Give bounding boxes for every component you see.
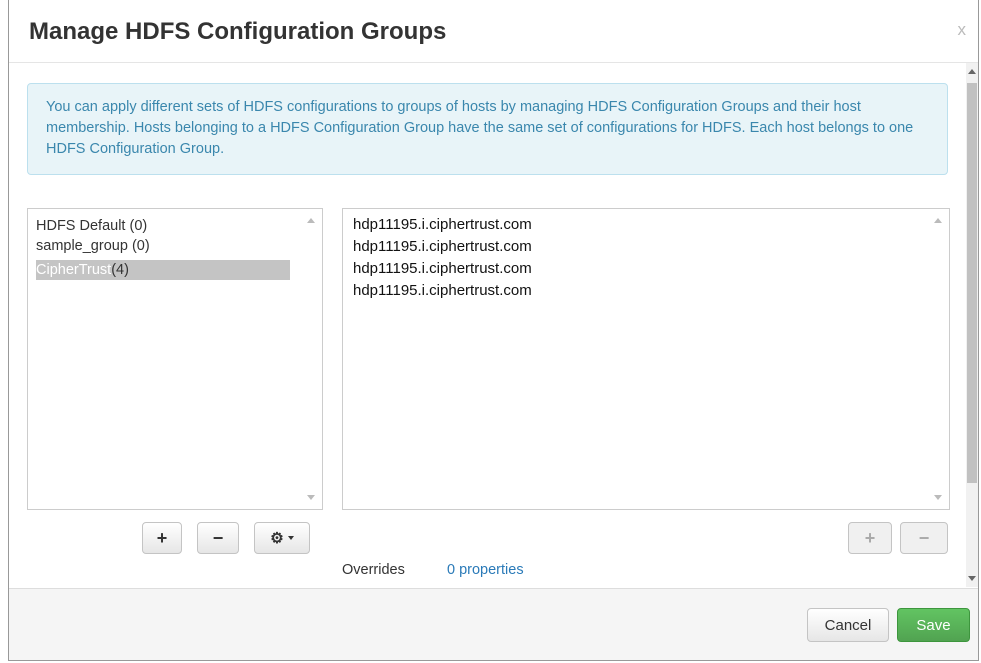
config-group-list[interactable]: HDFS Default (0) sample_group (0) Cipher… (27, 208, 323, 510)
group-name: HDFS Default (36, 218, 126, 234)
dialog-body: You can apply different sets of HDFS con… (9, 63, 966, 587)
plus-icon: + (864, 527, 876, 548)
dialog-title: Manage HDFS Configuration Groups (29, 18, 447, 45)
remove-group-button[interactable]: − (197, 522, 239, 554)
info-alert: You can apply different sets of HDFS con… (27, 83, 948, 175)
group-name: sample_group (36, 238, 128, 254)
host-item[interactable]: hdp11195.i.ciphertrust.com (353, 214, 532, 236)
overrides-properties-link[interactable]: 0 properties (447, 562, 524, 578)
scroll-down-icon[interactable] (968, 576, 976, 581)
scroll-down-icon[interactable] (307, 495, 315, 500)
remove-host-button[interactable]: − (900, 522, 948, 554)
group-name: CipherTrust (36, 262, 112, 278)
scroll-up-icon[interactable] (307, 218, 315, 223)
scroll-thumb[interactable] (967, 83, 977, 483)
scroll-down-icon[interactable] (934, 495, 942, 500)
minus-icon: − (212, 527, 224, 548)
group-actions-dropdown[interactable]: ⚙ (254, 522, 310, 554)
gear-icon: ⚙ (270, 530, 284, 547)
minus-icon: − (918, 527, 930, 548)
dialog-header: Manage HDFS Configuration Groups x (9, 0, 978, 63)
host-list[interactable]: hdp11195.i.ciphertrust.com hdp11195.i.ci… (342, 208, 950, 510)
dialog-footer: Cancel Save (9, 588, 978, 660)
host-item[interactable]: hdp11195.i.ciphertrust.com (353, 258, 532, 280)
add-host-button[interactable]: + (848, 522, 892, 554)
group-item-hdfs-default[interactable]: HDFS Default (0) (36, 216, 147, 236)
caret-down-icon (287, 536, 294, 540)
host-item[interactable]: hdp11195.i.ciphertrust.com (353, 280, 532, 302)
group-count: (4) (111, 262, 129, 278)
group-item-sample-group[interactable]: sample_group (0) (36, 236, 150, 256)
group-item-ciphertrust[interactable]: CipherTrust(4) (36, 260, 290, 280)
host-item[interactable]: hdp11195.i.ciphertrust.com (353, 236, 532, 258)
group-count: (0) (129, 218, 148, 234)
overrides-label: Overrides (342, 562, 405, 578)
add-group-button[interactable]: + (142, 522, 182, 554)
config-groups-dialog: Manage HDFS Configuration Groups x You c… (8, 0, 979, 661)
scroll-up-icon[interactable] (968, 69, 976, 74)
dialog-scrollbar[interactable] (966, 63, 978, 587)
cancel-button[interactable]: Cancel (807, 608, 889, 642)
scroll-up-icon[interactable] (934, 218, 942, 223)
group-count: (0) (131, 238, 150, 254)
save-button[interactable]: Save (897, 608, 970, 642)
plus-icon: + (156, 527, 168, 548)
close-icon[interactable]: x (958, 20, 967, 40)
